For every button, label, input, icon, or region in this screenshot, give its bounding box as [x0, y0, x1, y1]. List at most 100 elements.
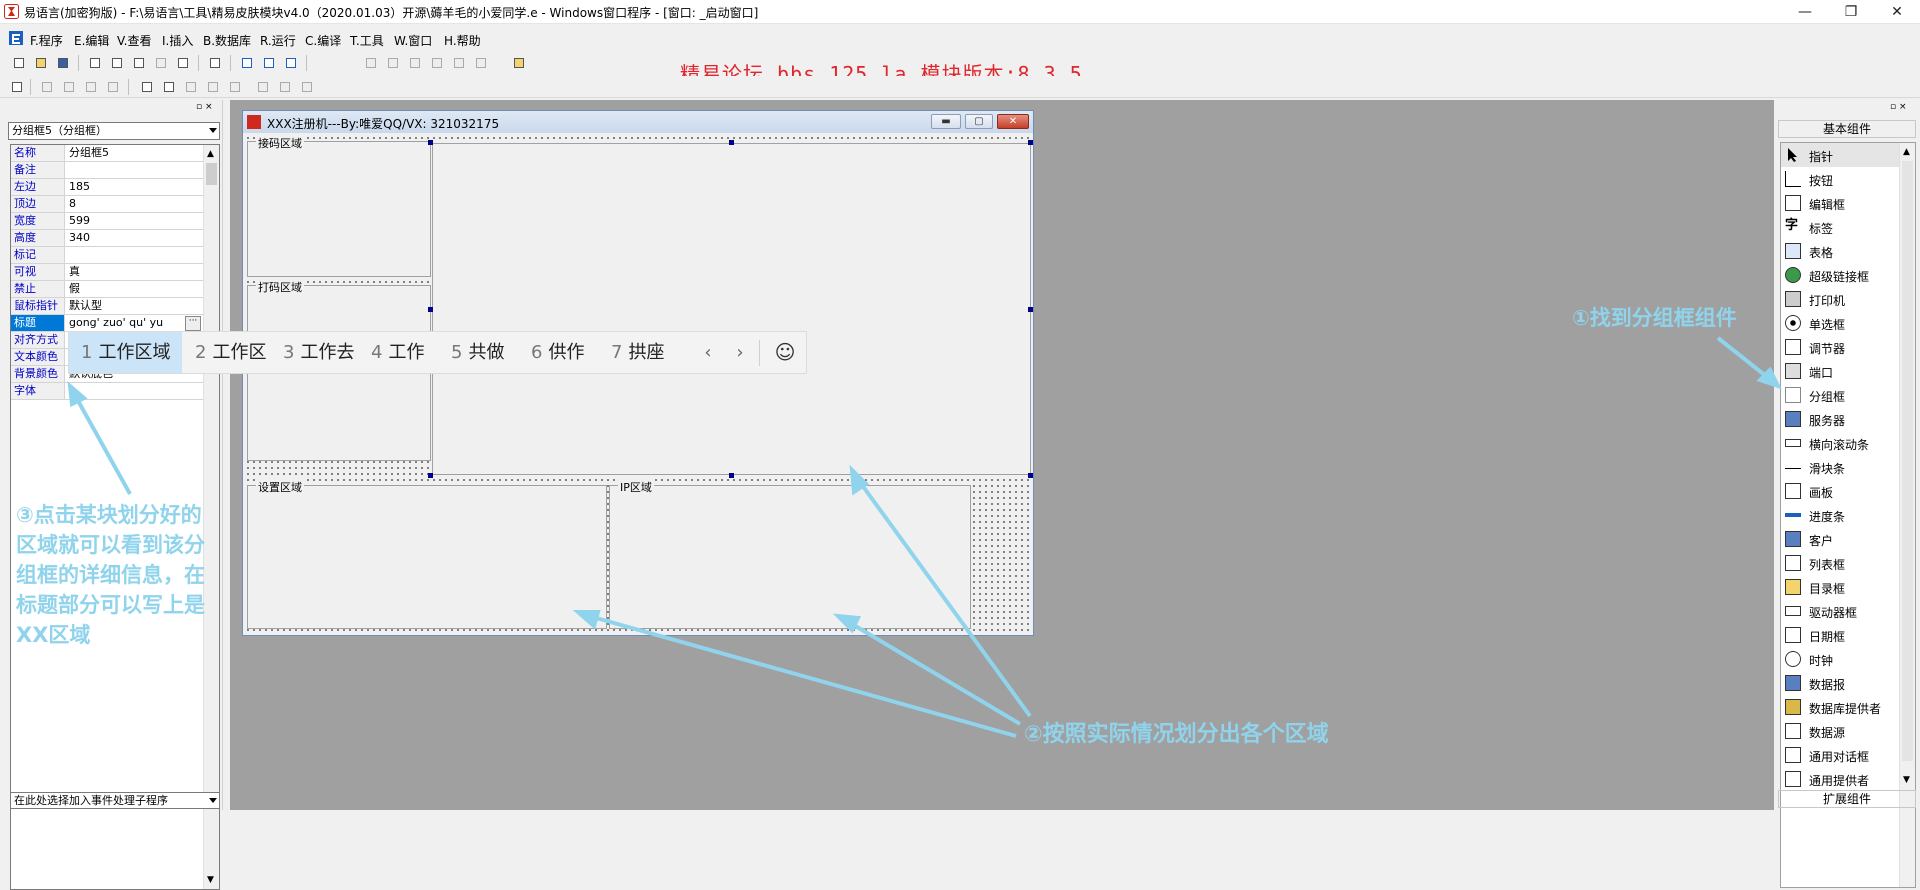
- component-item[interactable]: 客户: [1781, 527, 1899, 551]
- ellipsis-button[interactable]: ···: [185, 316, 201, 331]
- ime-next-icon[interactable]: ›: [724, 332, 756, 373]
- component-item[interactable]: 打印机: [1781, 287, 1899, 311]
- component-item[interactable]: 目录框: [1781, 575, 1899, 599]
- component-item[interactable]: 数据库提供者: [1781, 695, 1899, 719]
- cut-icon[interactable]: [86, 54, 104, 72]
- component-item[interactable]: 单选框: [1781, 311, 1899, 335]
- same-height-icon[interactable]: [204, 78, 222, 96]
- menu-help[interactable]: H.帮助: [444, 32, 481, 49]
- component-item[interactable]: 滑块条: [1781, 455, 1899, 479]
- scroll-thumb[interactable]: [1902, 161, 1913, 761]
- property-value[interactable]: 8: [67, 196, 205, 212]
- component-item[interactable]: 通用对话框: [1781, 743, 1899, 767]
- panel-splitter[interactable]: [222, 100, 230, 810]
- component-item[interactable]: 驱动器框: [1781, 599, 1899, 623]
- menu-insert[interactable]: I.插入: [162, 32, 193, 49]
- component-scrollbar[interactable]: ▲ ▼: [1899, 143, 1915, 887]
- undo-icon[interactable]: [174, 54, 192, 72]
- component-item[interactable]: 通用提供者: [1781, 767, 1899, 791]
- property-row[interactable]: 左边 185: [11, 179, 203, 196]
- property-row[interactable]: 字体: [11, 383, 203, 400]
- component-item[interactable]: 编辑框: [1781, 191, 1899, 215]
- menu-program[interactable]: F.程序: [30, 32, 63, 49]
- basic-components-header[interactable]: 基本组件: [1778, 120, 1916, 138]
- center-horizontal-icon[interactable]: [138, 78, 156, 96]
- resize-handle[interactable]: [729, 473, 734, 478]
- program-icon[interactable]: [8, 30, 24, 46]
- component-item[interactable]: 按钮: [1781, 167, 1899, 191]
- component-icon[interactable]: [510, 54, 528, 72]
- align-left-icon[interactable]: [38, 78, 56, 96]
- property-row[interactable]: 名称 分组框5: [11, 145, 203, 162]
- step-over-icon[interactable]: [406, 54, 424, 72]
- property-row[interactable]: 顶边 8: [11, 196, 203, 213]
- property-value[interactable]: 185: [67, 179, 205, 195]
- space-horizontal-icon[interactable]: [254, 78, 272, 96]
- component-item[interactable]: 画板: [1781, 479, 1899, 503]
- form-minimize-button[interactable]: ▬: [931, 114, 961, 129]
- ime-candidate[interactable]: 2 工作区: [183, 332, 278, 373]
- component-item[interactable]: 分组框: [1781, 383, 1899, 407]
- ime-candidate[interactable]: 4 工作: [359, 332, 436, 373]
- component-item[interactable]: 数据报: [1781, 671, 1899, 695]
- component-item[interactable]: 端口: [1781, 359, 1899, 383]
- property-row[interactable]: 可视真: [11, 264, 203, 281]
- layout-view-icon[interactable]: [260, 54, 278, 72]
- property-value[interactable]: 默认型: [67, 298, 205, 314]
- menu-run[interactable]: R.运行: [260, 32, 296, 49]
- component-item[interactable]: 超级链接框: [1781, 263, 1899, 287]
- align-top-icon[interactable]: [82, 78, 100, 96]
- component-item[interactable]: 横向滚动条: [1781, 431, 1899, 455]
- component-item[interactable]: 指针: [1781, 143, 1899, 167]
- groupbox-work-area[interactable]: [432, 143, 1031, 475]
- component-item[interactable]: 调节器: [1781, 335, 1899, 359]
- restore-button[interactable]: ❐: [1828, 0, 1874, 24]
- form-client-area[interactable]: 接码区域 打码区域 设置区域 IP区域: [245, 135, 1033, 633]
- property-value[interactable]: 599: [67, 213, 205, 229]
- component-item[interactable]: 字标签: [1781, 215, 1899, 239]
- menu-view[interactable]: V.查看: [117, 32, 151, 49]
- resize-handle[interactable]: [1028, 307, 1033, 312]
- property-row[interactable]: 高度 340: [11, 230, 203, 247]
- run-to-cursor-icon[interactable]: [450, 54, 468, 72]
- property-row[interactable]: 禁止假: [11, 281, 203, 298]
- space-vertical-icon[interactable]: [276, 78, 294, 96]
- align-bottom-icon[interactable]: [104, 78, 122, 96]
- component-item[interactable]: 服务器: [1781, 407, 1899, 431]
- find-icon[interactable]: [206, 54, 224, 72]
- ime-candidate[interactable]: 6 供作: [519, 332, 596, 373]
- same-size-icon[interactable]: [226, 78, 244, 96]
- groupbox-shezhi[interactable]: 设置区域: [247, 479, 607, 629]
- scroll-up-icon[interactable]: ▲: [207, 149, 214, 159]
- ime-candidate[interactable]: 5 共做: [439, 332, 516, 373]
- object-selector[interactable]: 分组框5（分组框）: [8, 122, 220, 140]
- menu-tools[interactable]: T.工具: [350, 32, 384, 49]
- step-out-icon[interactable]: [428, 54, 446, 72]
- emoji-icon[interactable]: ☺: [769, 332, 801, 373]
- property-row[interactable]: 鼠标指针 默认型: [11, 298, 203, 315]
- menu-database[interactable]: B.数据库: [203, 32, 251, 49]
- menu-window[interactable]: W.窗口: [394, 32, 432, 49]
- scroll-thumb[interactable]: [206, 163, 217, 185]
- resize-handle[interactable]: [729, 140, 734, 145]
- property-value[interactable]: [67, 162, 205, 178]
- extended-components-header[interactable]: 扩展组件: [1778, 790, 1916, 808]
- groupbox-ip[interactable]: IP区域: [609, 479, 971, 629]
- ime-candidate[interactable]: 7 拱座: [599, 332, 676, 373]
- ime-candidate[interactable]: 3 工作去: [271, 332, 366, 373]
- property-value[interactable]: 340: [67, 230, 205, 246]
- hand-icon[interactable]: [472, 54, 490, 72]
- property-value[interactable]: 分组框5: [67, 145, 205, 161]
- step-into-icon[interactable]: [384, 54, 402, 72]
- layout-view-icon[interactable]: [238, 54, 256, 72]
- property-value[interactable]: 真: [67, 264, 205, 280]
- resize-handle[interactable]: [428, 140, 433, 145]
- save-icon[interactable]: [54, 54, 72, 72]
- property-row-selected[interactable]: 标题 gong' zuo' qu' yu ···: [11, 315, 203, 332]
- form-maximize-button[interactable]: ▢: [965, 114, 993, 129]
- close-button[interactable]: ✕: [1874, 0, 1920, 24]
- property-value[interactable]: [67, 247, 205, 263]
- space-equal-icon[interactable]: [298, 78, 316, 96]
- ime-candidate[interactable]: 1 工作区域: [69, 332, 183, 373]
- resize-handle[interactable]: [428, 473, 433, 478]
